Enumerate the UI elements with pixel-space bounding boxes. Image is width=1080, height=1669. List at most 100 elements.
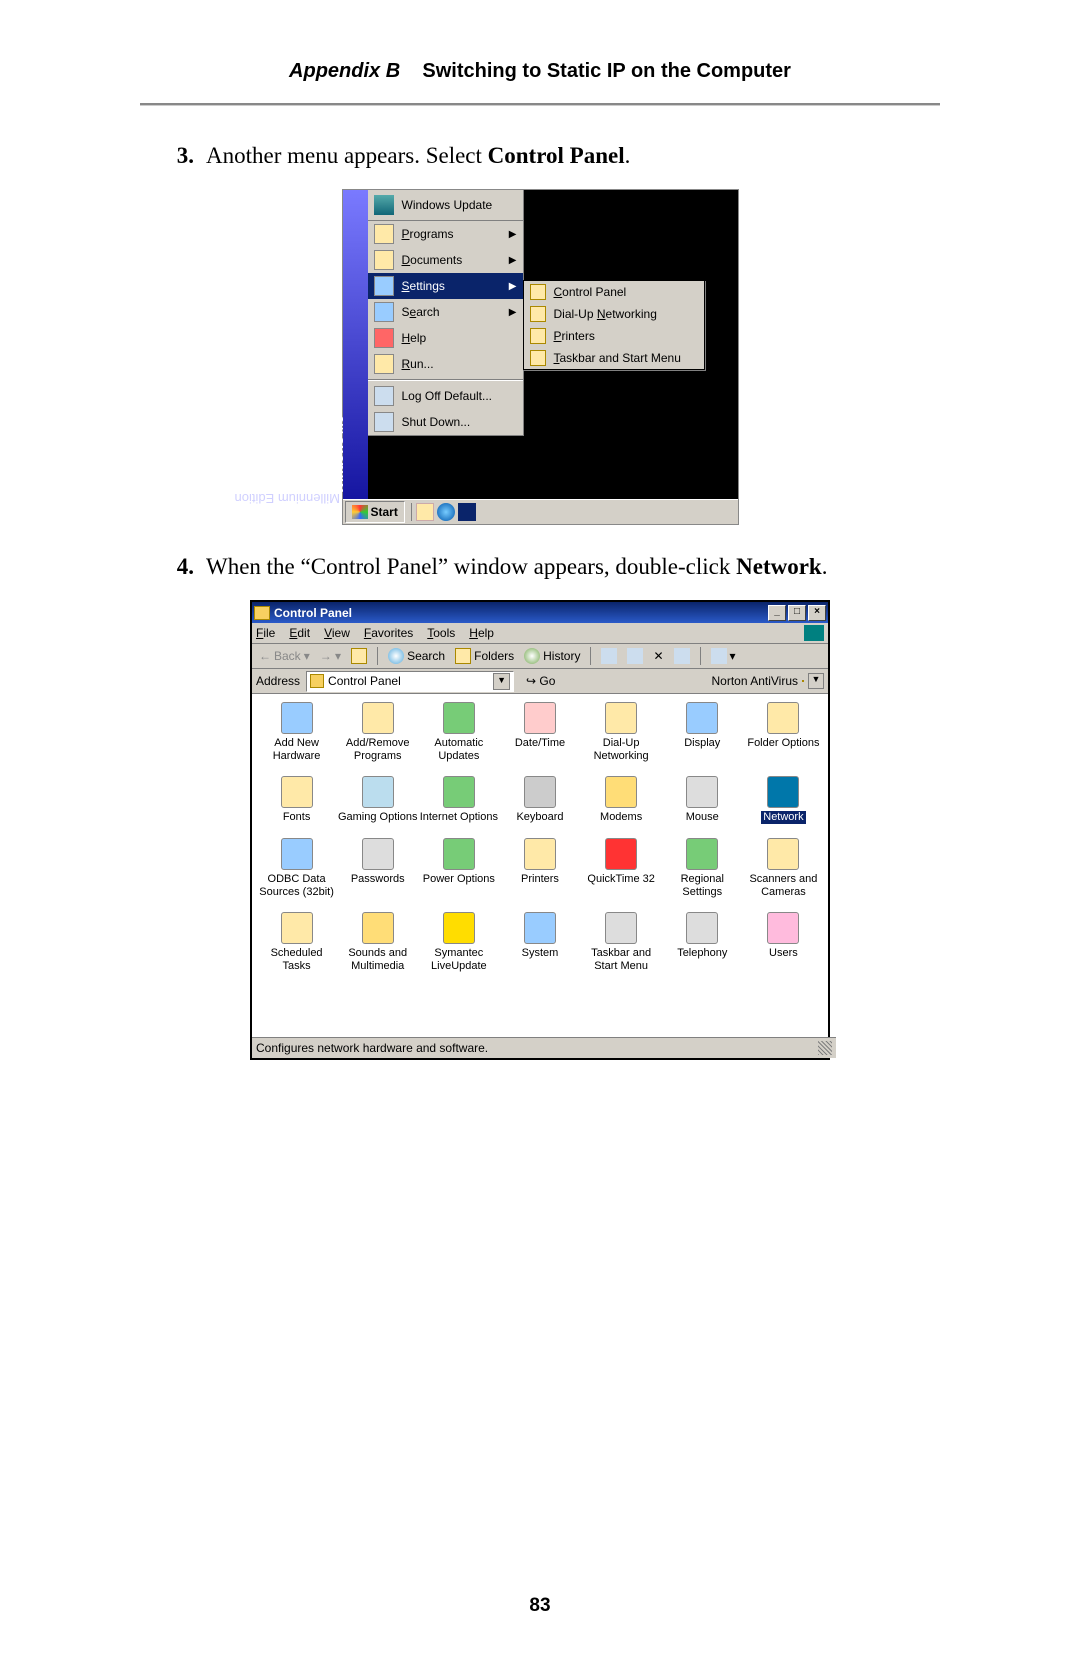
move-to-button[interactable] <box>598 648 620 664</box>
cp-item-taskbar-and-start-menu[interactable]: Taskbar and Start Menu <box>581 912 662 972</box>
cp-item-scanners-and-cameras[interactable]: Scanners and Cameras <box>743 838 824 898</box>
menu-item-search[interactable]: Search▶ <box>368 299 523 325</box>
toolbar: ← Back ▾ → ▾ Search Folders History ✕ ▾ <box>252 644 828 669</box>
menu-item-windows-update[interactable]: Windows Update <box>368 190 523 221</box>
chevron-down-icon[interactable]: ▼ <box>808 673 824 689</box>
cp-item-modems[interactable]: Modems <box>581 776 662 824</box>
cp-item-keyboard[interactable]: Keyboard <box>499 776 580 824</box>
cp-item-icon <box>281 838 313 870</box>
submenu-item-control-panel[interactable]: Control Panel <box>524 281 704 303</box>
step-number: 3. <box>150 140 206 171</box>
cp-item-icon <box>767 776 799 808</box>
page-header: Appendix B Switching to Static IP on the… <box>140 60 940 83</box>
statusbar: Configures network hardware and software… <box>252 1037 836 1058</box>
step-text: When the “Control Panel” window appears,… <box>206 551 827 582</box>
cp-item-icon <box>443 776 475 808</box>
cp-item-fonts[interactable]: Fonts <box>256 776 337 824</box>
cp-item-gaming-options[interactable]: Gaming Options <box>337 776 418 824</box>
maximize-button[interactable]: □ <box>788 605 806 621</box>
minimize-button[interactable]: _ <box>768 605 786 621</box>
submenu-item-taskbar-and-start-menu[interactable]: Taskbar and Start Menu <box>524 347 704 369</box>
up-button[interactable] <box>348 648 370 664</box>
control-panel-icon <box>254 606 270 620</box>
copy-to-button[interactable] <box>624 648 646 664</box>
menu-item-shut-down-[interactable]: Shut Down... <box>368 409 523 435</box>
submenu-item-printers[interactable]: Printers <box>524 325 704 347</box>
cp-item-display[interactable]: Display <box>662 702 743 762</box>
ie-icon[interactable] <box>437 503 455 521</box>
cp-item-dial-up-networking[interactable]: Dial-Up Networking <box>581 702 662 762</box>
cp-item-users[interactable]: Users <box>743 912 824 972</box>
search-button[interactable]: Search <box>385 648 448 664</box>
step-4: 4. When the “Control Panel” window appea… <box>150 551 930 582</box>
cp-item-symantec-liveupdate[interactable]: Symantec LiveUpdate <box>418 912 499 972</box>
cp-item-sounds-and-multimedia[interactable]: Sounds and Multimedia <box>337 912 418 972</box>
menu-edit[interactable]: Edit <box>289 626 310 640</box>
throbber-icon <box>804 625 824 641</box>
undo-button[interactable] <box>671 648 693 664</box>
address-combo[interactable]: Control Panel ▼ <box>306 671 514 692</box>
cp-item-telephony[interactable]: Telephony <box>662 912 743 972</box>
norton-icon[interactable] <box>802 680 804 682</box>
header-rule <box>140 103 940 106</box>
menu-icon <box>530 306 546 322</box>
menu-item-log-off-default-[interactable]: Log Off Default... <box>368 383 523 409</box>
cp-item-add-remove-programs[interactable]: Add/Remove Programs <box>337 702 418 762</box>
back-button[interactable]: ← Back ▾ <box>256 649 313 663</box>
cp-item-network[interactable]: Network <box>743 776 824 824</box>
cp-item-power-options[interactable]: Power Options <box>418 838 499 898</box>
submenu-arrow-icon: ▶ <box>509 281 517 292</box>
menu-item-run-[interactable]: Run... <box>368 351 523 377</box>
menu-item-settings[interactable]: Settings▶ <box>368 273 523 299</box>
norton-label: Norton AntiVirus <box>712 674 799 688</box>
folders-button[interactable]: Folders <box>452 648 517 664</box>
show-desktop-icon[interactable] <box>416 503 434 521</box>
step-text: Another menu appears. Select Control Pan… <box>206 140 630 171</box>
cp-item-regional-settings[interactable]: Regional Settings <box>662 838 743 898</box>
forward-button[interactable]: → ▾ <box>317 649 344 663</box>
menu-tools[interactable]: Tools <box>427 626 455 640</box>
menu-view[interactable]: View <box>324 626 350 640</box>
go-button[interactable]: ↪ Go <box>520 674 561 688</box>
menu-item-programs[interactable]: Programs▶ <box>368 221 523 247</box>
cp-item-passwords[interactable]: Passwords <box>337 838 418 898</box>
menu-file[interactable]: File <box>256 626 275 640</box>
close-button[interactable]: × <box>808 605 826 621</box>
menu-item-documents[interactable]: Documents▶ <box>368 247 523 273</box>
cp-item-quicktime-32[interactable]: QuickTime 32 <box>581 838 662 898</box>
cp-item-odbc-data-sources-32bit-[interactable]: ODBC Data Sources (32bit) <box>256 838 337 898</box>
control-panel-grid: Add New HardwareAdd/Remove ProgramsAutom… <box>256 702 824 972</box>
step-3: 3. Another menu appears. Select Control … <box>150 140 930 171</box>
menu-help[interactable]: Help <box>469 626 494 640</box>
cp-item-add-new-hardware[interactable]: Add New Hardware <box>256 702 337 762</box>
menu-favorites[interactable]: Favorites <box>364 626 413 640</box>
cp-item-icon <box>605 912 637 944</box>
cp-item-icon <box>524 912 556 944</box>
views-button[interactable]: ▾ <box>708 648 739 664</box>
history-button[interactable]: History <box>521 648 583 664</box>
menu-icon <box>374 224 394 244</box>
search-icon <box>388 648 404 664</box>
cp-item-system[interactable]: System <box>499 912 580 972</box>
titlebar: Control Panel _ □ × <box>252 602 828 623</box>
cp-item-mouse[interactable]: Mouse <box>662 776 743 824</box>
submenu-arrow-icon: ▶ <box>509 255 517 266</box>
start-button[interactable]: Start <box>345 501 405 523</box>
cp-item-icon <box>524 702 556 734</box>
cp-item-icon <box>443 838 475 870</box>
start-menu: Windows Update Programs▶Documents▶Settin… <box>368 190 524 436</box>
cp-item-date-time[interactable]: Date/Time <box>499 702 580 762</box>
cp-item-folder-options[interactable]: Folder Options <box>743 702 824 762</box>
submenu-item-dial-up-networking[interactable]: Dial-Up Networking <box>524 303 704 325</box>
cp-item-icon <box>524 776 556 808</box>
menu-item-help[interactable]: Help <box>368 325 523 351</box>
resize-grip[interactable] <box>818 1041 832 1055</box>
delete-button[interactable]: ✕ <box>650 649 666 663</box>
header-title: Switching to Static IP on the Computer <box>422 60 791 82</box>
media-player-icon[interactable] <box>458 503 476 521</box>
cp-item-scheduled-tasks[interactable]: Scheduled Tasks <box>256 912 337 972</box>
cp-item-internet-options[interactable]: Internet Options <box>418 776 499 824</box>
cp-item-automatic-updates[interactable]: Automatic Updates <box>418 702 499 762</box>
chevron-down-icon[interactable]: ▼ <box>493 673 510 690</box>
cp-item-printers[interactable]: Printers <box>499 838 580 898</box>
